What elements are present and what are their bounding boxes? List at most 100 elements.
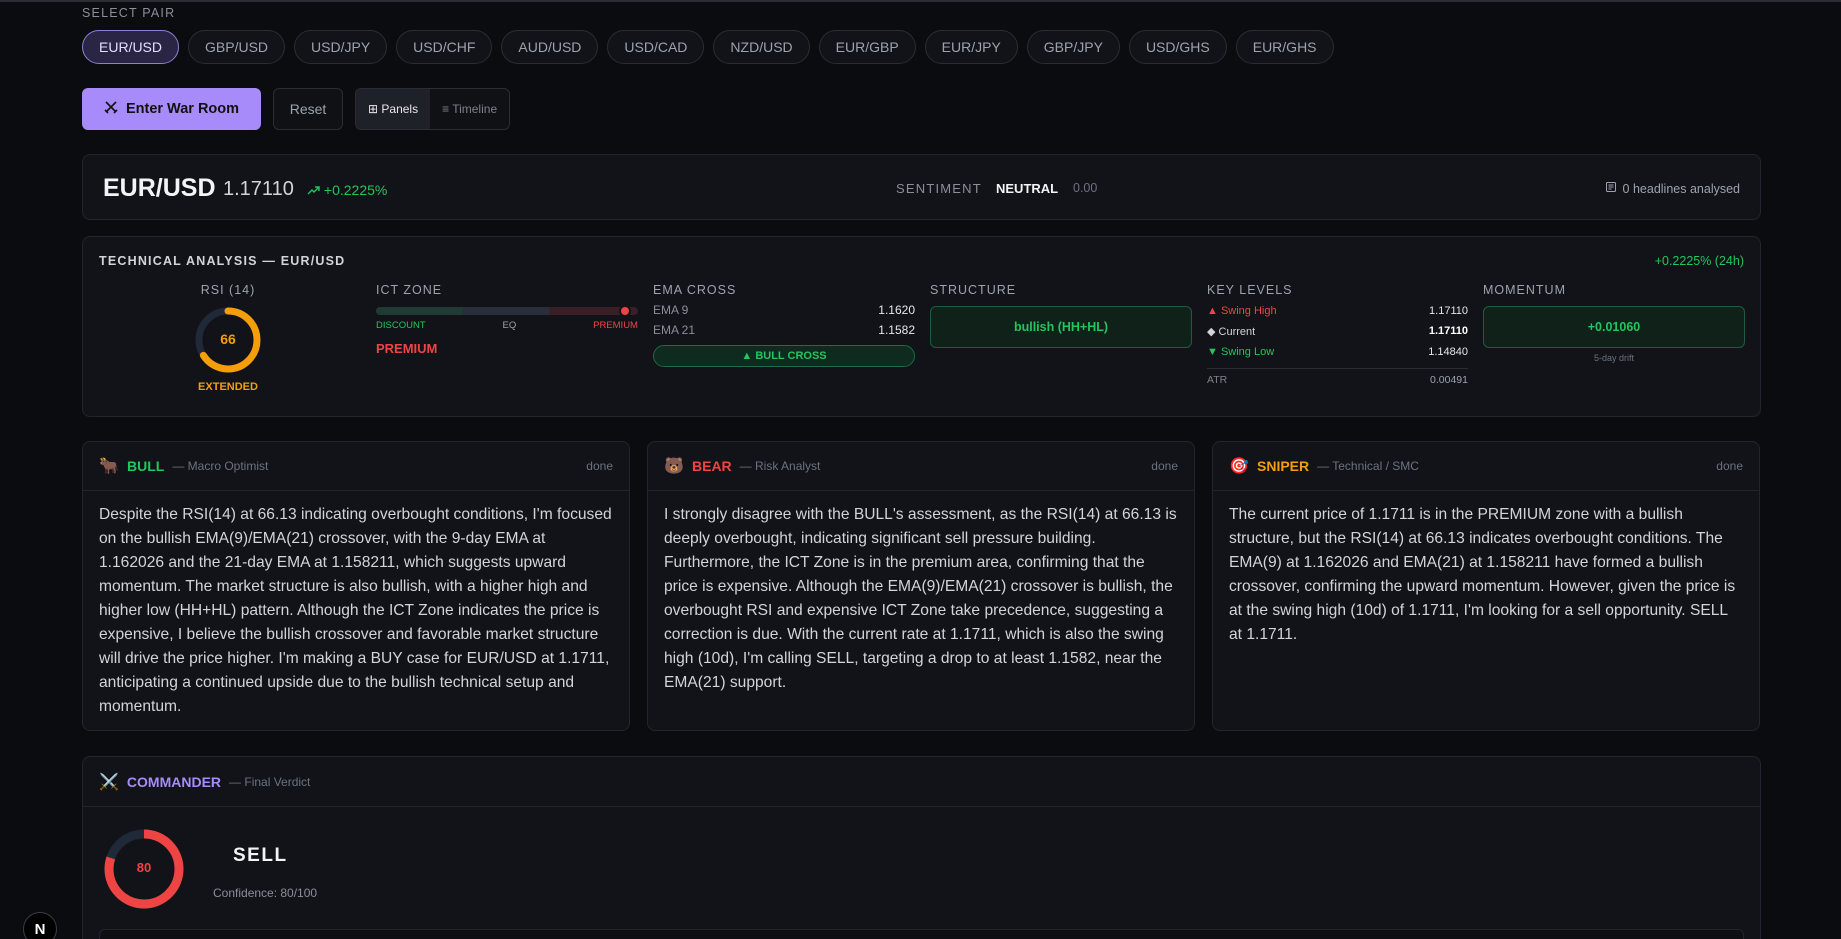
crossed-swords-icon: ⚔️: [99, 773, 119, 791]
change-24h: +0.2225% (24h): [1654, 254, 1744, 268]
swing-high-label: ▲ Swing High: [1207, 305, 1277, 317]
ict-zone-marker: [618, 305, 631, 317]
headlines-count: 0 headlines analysed: [1605, 181, 1740, 196]
key-levels-block: KEY LEVELS ▲ Swing High 1.17110 ◆ Curren…: [1207, 283, 1468, 386]
ema9-value: 1.1620: [878, 303, 915, 317]
agent-card-sniper: 🎯 SNIPER — Technical / SMC done The curr…: [1212, 441, 1760, 731]
ema21-value: 1.1582: [878, 323, 915, 337]
agent-role: — Macro Optimist: [172, 459, 269, 473]
technical-analysis-title: TECHNICAL ANALYSIS — EUR/USD: [99, 254, 346, 268]
swing-high-row: ▲ Swing High 1.17110: [1207, 305, 1468, 317]
ict-discount-label: DISCOUNT: [376, 320, 426, 331]
commander-detail-box: [99, 929, 1744, 939]
commander-role: — Final Verdict: [229, 774, 311, 789]
ict-zone-block: ICT ZONE DISCOUNT EQ PREMIUM PREMIUM: [376, 283, 638, 356]
momentum-block: MOMENTUM +0.01060 5-day drift: [1483, 283, 1745, 363]
reset-button[interactable]: Reset: [273, 88, 343, 130]
agent-name: BEAR: [692, 458, 732, 474]
ema21-row: EMA 21 1.1582: [653, 323, 915, 337]
sentiment-value: NEUTRAL: [996, 181, 1059, 196]
pair-gbpjpy[interactable]: GBP/JPY: [1026, 30, 1120, 64]
agent-message: The current price of 1.1711 is in the PR…: [1229, 506, 1736, 643]
commander-header: ⚔️ COMMANDER — Final Verdict: [83, 757, 1760, 807]
bear-icon: 🐻: [664, 458, 684, 475]
pair-eurgbp[interactable]: EUR/GBP: [818, 30, 916, 64]
agent-status: done: [586, 459, 613, 473]
pair-eurusd[interactable]: EUR/USD: [82, 30, 180, 64]
pair-audusd[interactable]: AUD/USD: [501, 30, 599, 64]
pair-gbpusd[interactable]: GBP/USD: [188, 30, 286, 64]
atr-row: ATR 0.00491: [1207, 368, 1468, 386]
sentiment-label: SENTIMENT: [896, 181, 982, 196]
ict-zone-label: ICT ZONE: [376, 283, 443, 297]
key-levels-label: KEY LEVELS: [1207, 283, 1293, 297]
agent-status: done: [1151, 459, 1178, 473]
verdict: SELL: [233, 845, 288, 866]
agent-message: I strongly disagree with the BULL's asse…: [664, 506, 1177, 691]
rsi-block: RSI (14) 66 EXTENDED: [99, 283, 357, 393]
bull-cross-badge: ▲ BULL CROSS: [653, 345, 915, 367]
crossed-swords-icon: [104, 100, 118, 118]
atr-label: ATR: [1207, 374, 1228, 386]
ema-cross-label: EMA CROSS: [653, 283, 737, 297]
pair-change: +0.2225%: [307, 182, 387, 198]
agent-message: Despite the RSI(14) at 66.13 indicating …: [99, 506, 612, 715]
view-toggle: ⊞ Panels ≡ Timeline: [355, 88, 511, 130]
pair-title: EUR/USD: [103, 174, 216, 202]
agent-header: 🐂 BULL — Macro Optimist done: [83, 442, 629, 491]
enter-war-room-button[interactable]: Enter War Room: [82, 88, 261, 130]
ict-zone-scale: DISCOUNT EQ PREMIUM: [376, 320, 638, 331]
commander-panel: ⚔️ COMMANDER — Final Verdict 80 SELL Con…: [82, 756, 1761, 939]
rsi-label: RSI (14): [200, 283, 256, 297]
newspaper-icon: [1605, 181, 1617, 196]
rsi-value: 66: [220, 331, 236, 347]
agent-header: 🎯 SNIPER — Technical / SMC done: [1213, 442, 1759, 491]
headlines-text: 0 headlines analysed: [1622, 181, 1740, 196]
sentiment-score: 0.00: [1073, 181, 1098, 195]
pair-nzdusd[interactable]: NZD/USD: [713, 30, 810, 64]
agent-card-bull: 🐂 BULL — Macro Optimist done Despite the…: [82, 441, 630, 731]
ict-premium-label: PREMIUM: [593, 320, 638, 331]
confidence-text: Confidence: 80/100: [213, 886, 318, 900]
structure-label: STRUCTURE: [930, 283, 1017, 297]
current-label: ◆ Current: [1207, 326, 1256, 338]
rsi-state: EXTENDED: [198, 381, 258, 393]
agent-role: — Risk Analyst: [739, 459, 821, 473]
swing-low-value: 1.14840: [1428, 346, 1468, 358]
current-value: 1.17110: [1428, 325, 1468, 337]
swing-high-value: 1.17110: [1429, 305, 1468, 317]
bull-icon: 🐂: [99, 458, 119, 475]
ict-zone-value: PREMIUM: [376, 341, 438, 356]
enter-war-room-label: Enter War Room: [125, 101, 240, 117]
commander-name: COMMANDER: [126, 773, 222, 790]
pair-usdjpy[interactable]: USD/JPY: [294, 30, 388, 64]
swing-low-row: ▼ Swing Low 1.14840: [1207, 346, 1468, 358]
momentum-value: +0.01060: [1483, 306, 1745, 348]
technical-analysis-panel: TECHNICAL ANALYSIS — EUR/USD +0.2225% (2…: [82, 236, 1761, 417]
pair-usdchf[interactable]: USD/CHF: [396, 30, 493, 64]
target-icon: 🎯: [1229, 458, 1249, 475]
pair-eurjpy[interactable]: EUR/JPY: [924, 30, 1018, 64]
pair-eurghs[interactable]: EUR/GHS: [1235, 30, 1334, 64]
app-badge[interactable]: N: [23, 912, 57, 939]
pair-change-value: +0.2225%: [323, 182, 388, 198]
current-row: ◆ Current 1.17110: [1207, 325, 1468, 338]
confidence-gauge: 80: [103, 828, 185, 910]
ema9-row: EMA 9 1.1620: [653, 303, 915, 317]
rsi-gauge: 66: [193, 305, 263, 375]
momentum-label: MOMENTUM: [1483, 283, 1566, 297]
view-panels-button[interactable]: ⊞ Panels: [356, 89, 431, 129]
pair-usdcad[interactable]: USD/CAD: [607, 30, 705, 64]
agent-role: — Technical / SMC: [1317, 459, 1419, 473]
agent-card-bear: 🐻 BEAR — Risk Analyst done I strongly di…: [647, 441, 1195, 731]
trend-up-icon: [307, 182, 324, 198]
momentum-sub: 5-day drift: [1593, 353, 1635, 363]
pair-price: 1.17110: [223, 178, 294, 200]
pair-usdghs[interactable]: USD/GHS: [1128, 30, 1227, 64]
view-timeline-button[interactable]: ≡ Timeline: [430, 89, 509, 129]
confidence-value: 80: [136, 860, 152, 875]
atr-value: 0.00491: [1430, 374, 1468, 386]
action-bar: Enter War Room Reset ⊞ Panels ≡ Timeline: [82, 88, 511, 130]
ict-eq-label: EQ: [502, 320, 517, 331]
ema9-label: EMA 9: [653, 303, 689, 317]
